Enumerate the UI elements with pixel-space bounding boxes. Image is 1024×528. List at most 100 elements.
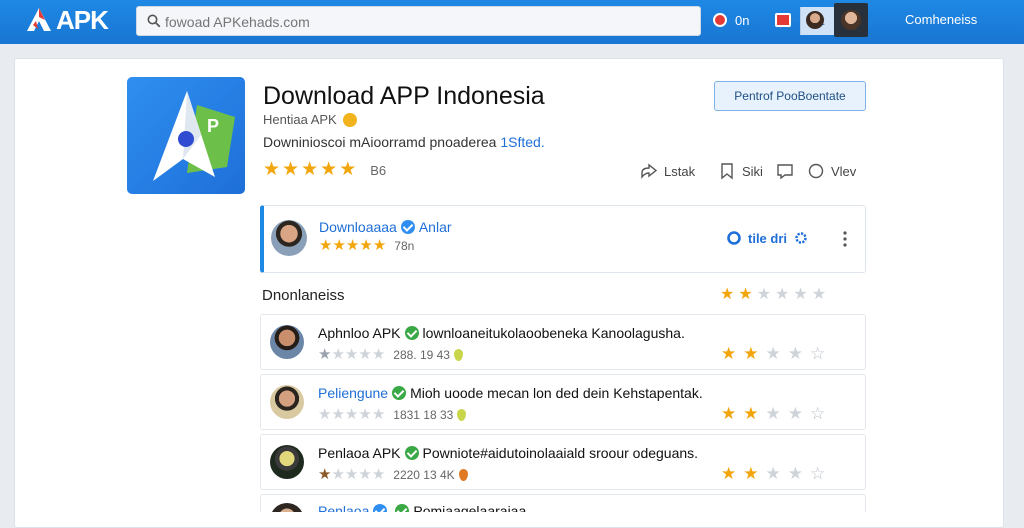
star-icon: ★	[811, 286, 827, 303]
description-link[interactable]: 1Sfted.	[500, 134, 544, 150]
app-subtitle: Hentiaa APK	[263, 112, 357, 127]
notifications-button[interactable]: 0n	[713, 10, 749, 30]
more-views-action[interactable]: Vlev	[807, 162, 856, 180]
review-rate-stars[interactable]: ★ ★ ★ ★ ☆	[721, 345, 825, 362]
review-rate-stars[interactable]: ★ ★ ★ ★ ☆	[721, 405, 825, 422]
avatar	[271, 220, 307, 256]
star-outline-icon[interactable]: ☆	[810, 345, 825, 362]
star-icon: ★	[359, 237, 373, 254]
featured-tag-label: tile dri	[748, 230, 788, 246]
app-icon: P	[127, 77, 245, 194]
app-rating: ★ ★ ★ ★ ★ B6	[263, 160, 386, 180]
bookmark-icon	[721, 163, 733, 180]
verified-icon	[373, 504, 388, 512]
star-icon[interactable]: ★	[721, 345, 736, 362]
review-text: Pomiaagelaaraiaa	[413, 503, 527, 512]
star-icon[interactable]: ★	[743, 345, 758, 362]
notification-icon	[713, 13, 727, 27]
search-bar: t.t	[136, 6, 838, 36]
user-mini-avatar[interactable]	[806, 10, 824, 30]
star-icon[interactable]: ★	[743, 465, 758, 482]
avatar	[806, 11, 824, 29]
star-icon[interactable]: ★	[766, 405, 781, 422]
reviewer-name[interactable]: Aphnloo APK	[318, 325, 401, 341]
review-meta: 2220 13 4K	[393, 468, 455, 482]
verified-icon	[395, 504, 410, 512]
star-icon: ★	[318, 346, 332, 363]
more-vert-icon[interactable]	[842, 230, 848, 248]
star-icon[interactable]: ★	[766, 345, 781, 362]
star-icon[interactable]: ★	[766, 465, 781, 482]
pin-icon	[453, 349, 463, 361]
list-item[interactable]: Penlaoa Pomiaagelaaraiaa	[260, 494, 866, 512]
avatar	[270, 385, 304, 419]
star-icon: ★	[318, 466, 332, 483]
pin-icon	[458, 469, 468, 481]
review-rate-stars[interactable]: ★ ★ ★ ★ ☆	[721, 465, 825, 482]
star-icon: ★	[358, 466, 372, 483]
star-icon: ★	[345, 237, 360, 254]
featured-author[interactable]: Anlar	[419, 219, 452, 235]
star-icon: ★	[720, 286, 735, 303]
star-icon: ★	[756, 286, 772, 303]
star-outline-icon[interactable]: ☆	[810, 465, 825, 482]
star-icon[interactable]: ★	[788, 465, 803, 482]
featured-title: Downloaaaa Anlar	[319, 219, 452, 235]
reviewer-name[interactable]: Peliengune	[318, 385, 388, 401]
reviewer-name[interactable]: Penlaoa APK	[318, 445, 401, 461]
list-item[interactable]: Penlaoa APK Powniote#aidutoinolaaiald sro…	[260, 434, 866, 490]
view-action[interactable]	[776, 162, 800, 180]
list-item[interactable]: Aphnloo APK lownloaneitukolaoobeneka Kano…	[260, 314, 866, 370]
site-logo[interactable]: APK	[24, 5, 109, 35]
list-item[interactable]: Peliengune Mioh uoode mecan lon ded dein …	[260, 374, 866, 430]
star-icon[interactable]: ★	[721, 405, 736, 422]
avatar	[270, 445, 304, 479]
review-title: Aphnloo APK lownloaneitukolaoobeneka Kano…	[318, 325, 685, 341]
review-text: lownloaneitukolaoobeneka Kanoolagusha.	[422, 325, 685, 341]
star-icon: ★	[331, 346, 345, 363]
star-icon: ★	[738, 286, 753, 303]
star-icon: ★	[358, 406, 372, 423]
verified-icon	[404, 446, 419, 460]
apk-logo-icon	[27, 8, 51, 31]
view-label: Vlev	[831, 163, 857, 179]
star-icon[interactable]: ★	[788, 345, 803, 362]
star-icon: ★	[331, 406, 345, 423]
star-icon: ★	[775, 286, 790, 303]
star-icon: ★	[331, 466, 345, 483]
star-icon: ★	[371, 466, 386, 483]
share-label: Lstak	[664, 163, 696, 179]
section-rating-filter[interactable]: ★ ★ ★ ★ ★ ★	[720, 287, 826, 303]
flag-icon	[775, 13, 791, 27]
star-icon[interactable]: ★	[788, 405, 803, 422]
header-link[interactable]: Comheneiss	[905, 12, 977, 27]
featured-name[interactable]: Downloaaaa	[319, 219, 397, 235]
primary-download-button[interactable]: Pentrof PooBoentate	[714, 81, 866, 111]
search-input[interactable]	[165, 12, 635, 32]
share-icon	[641, 163, 658, 180]
star-icon[interactable]: ★	[743, 405, 758, 422]
flag-button[interactable]	[775, 10, 791, 30]
gear-icon	[795, 232, 807, 244]
featured-tags[interactable]: tile dri	[726, 230, 809, 246]
profile-button[interactable]	[834, 3, 868, 37]
developer-name[interactable]: Hentiaa APK	[263, 112, 337, 127]
save-action[interactable]: Siki	[718, 162, 763, 180]
avatar	[270, 503, 304, 512]
notifications-label: 0n	[735, 12, 750, 28]
featured-rating: ★ ★ ★ ★ ★ 78n	[319, 238, 414, 254]
save-label: Siki	[742, 163, 763, 179]
review-text: Mioh uoode mecan lon ded dein Kehstapent…	[410, 385, 703, 401]
app-title: Download APP Indonesia	[263, 82, 545, 110]
star-icon: ★	[282, 159, 300, 180]
reviewer-name[interactable]: Penlaoa	[318, 503, 369, 512]
featured-download-row[interactable]: Downloaaaa Anlar ★ ★ ★ ★ ★ 78n tile dri	[260, 205, 866, 273]
description-text: Downinioscoi mAioorramd pnoaderea	[263, 134, 497, 150]
star-icon[interactable]: ★	[721, 465, 736, 482]
share-action[interactable]: Lstak	[640, 162, 695, 180]
review-rating: ★ ★ ★ ★ ★ 288. 19 43	[318, 347, 463, 363]
star-icon: ★	[344, 346, 359, 363]
star-outline-icon[interactable]: ☆	[810, 405, 825, 422]
comment-icon	[777, 164, 793, 180]
pin-icon	[457, 409, 467, 421]
